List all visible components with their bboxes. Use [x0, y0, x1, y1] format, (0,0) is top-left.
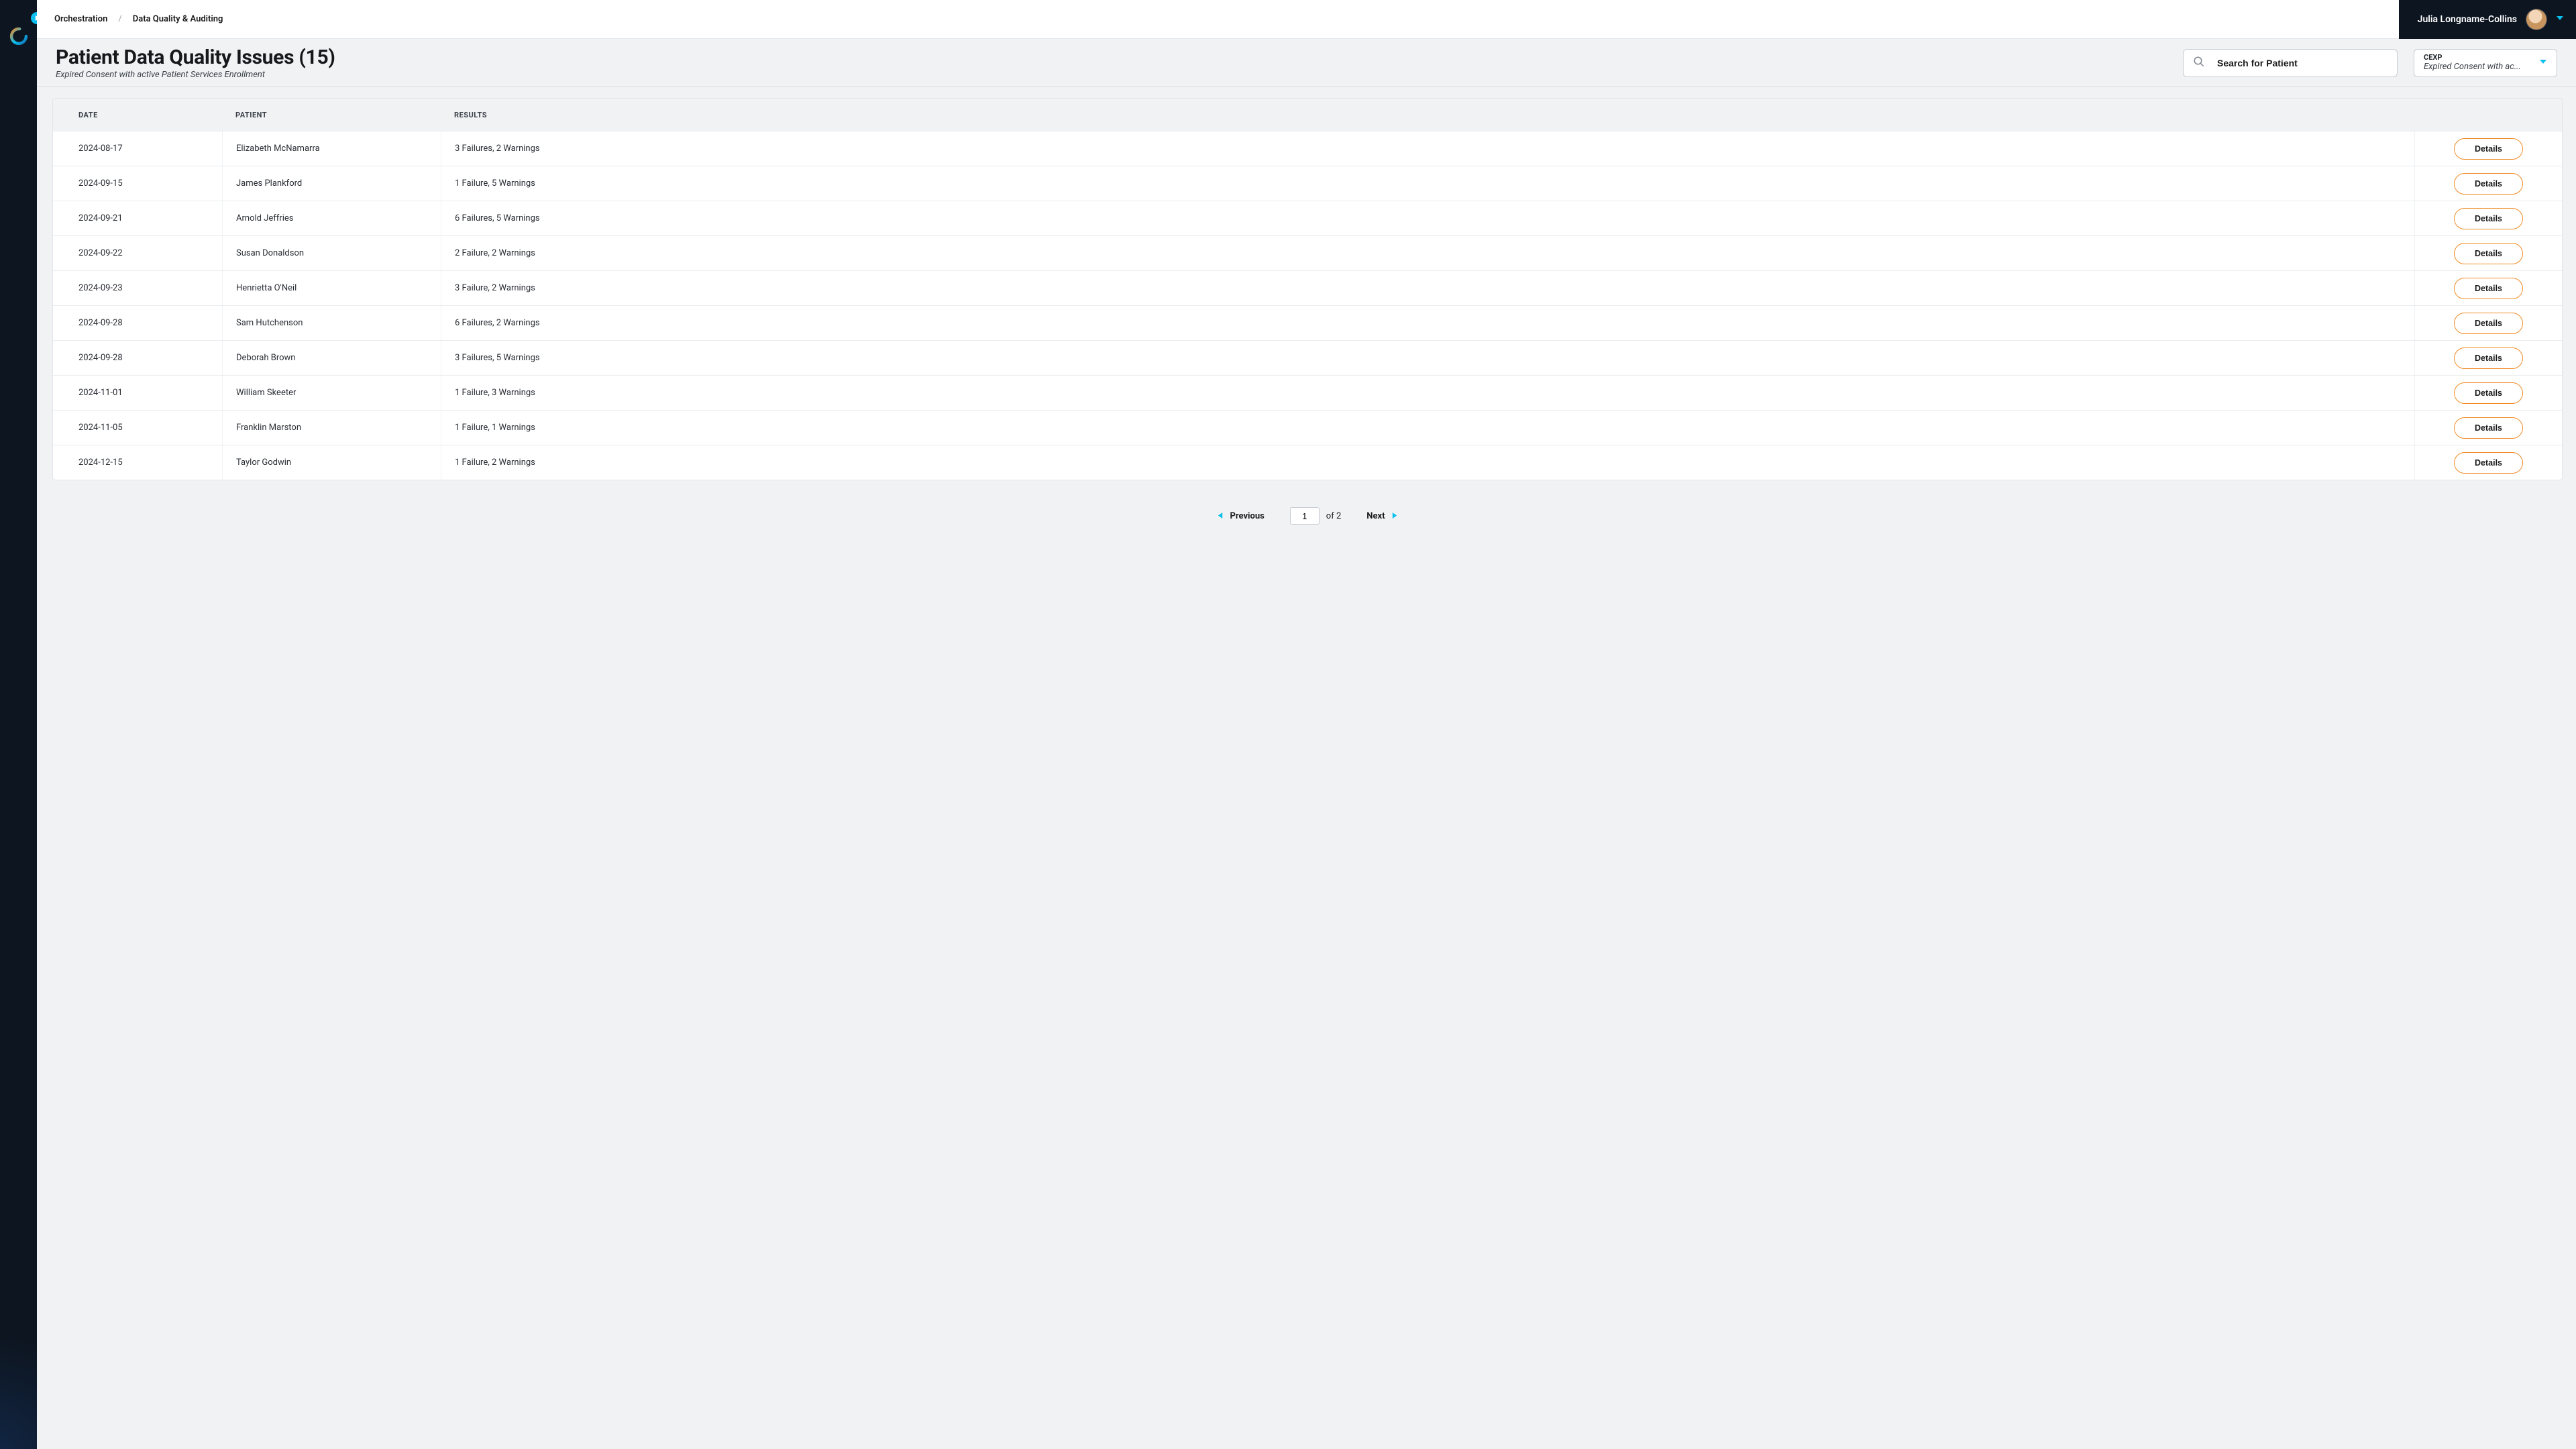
- cell-patient: Deborah Brown: [222, 341, 441, 375]
- search-field[interactable]: [2183, 49, 2398, 77]
- breadcrumb-data-quality[interactable]: Data Quality & Auditing: [133, 14, 223, 24]
- cell-date: 2024-11-01: [53, 376, 222, 410]
- cell-date: 2024-09-23: [53, 271, 222, 305]
- user-menu[interactable]: Julia Longname-Collins: [2399, 0, 2576, 39]
- sidebar-glow: [0, 1315, 37, 1449]
- cell-results: 6 Failures, 2 Warnings: [441, 306, 2414, 340]
- details-button[interactable]: Details: [2454, 313, 2523, 334]
- cell-date: 2024-11-05: [53, 411, 222, 445]
- table-row: 2024-11-01William Skeeter1 Failure, 3 Wa…: [53, 375, 2562, 410]
- table-row: 2024-09-21Arnold Jeffries6 Failures, 5 W…: [53, 201, 2562, 235]
- details-button[interactable]: Details: [2454, 452, 2523, 474]
- issues-table: DATE PATIENT RESULTS 2024-08-17Elizabeth…: [52, 98, 2563, 480]
- cell-patient: Franklin Marston: [222, 411, 441, 445]
- cell-actions: Details: [2414, 445, 2562, 480]
- cell-date: 2024-09-28: [53, 306, 222, 340]
- cell-actions: Details: [2414, 341, 2562, 375]
- page-subtitle: Expired Consent with active Patient Serv…: [56, 70, 2167, 80]
- breadcrumb-separator: /: [118, 14, 121, 24]
- table-header-row: DATE PATIENT RESULTS: [53, 99, 2562, 131]
- cell-patient: Elizabeth McNamarra: [222, 131, 441, 166]
- chevron-down-icon: [2556, 14, 2564, 25]
- search-icon: [2193, 56, 2205, 70]
- filter-dropdown[interactable]: CEXP Expired Consent with ac...: [2414, 49, 2557, 77]
- table-row: 2024-09-22Susan Donaldson2 Failure, 2 Wa…: [53, 235, 2562, 270]
- details-button[interactable]: Details: [2454, 138, 2523, 160]
- details-button[interactable]: Details: [2454, 417, 2523, 439]
- page-header: Patient Data Quality Issues (15) Expired…: [37, 39, 2576, 87]
- chevron-down-icon: [2539, 58, 2547, 68]
- chevron-right-icon: [1391, 511, 1397, 521]
- cell-results: 1 Failure, 3 Warnings: [441, 376, 2414, 410]
- cell-actions: Details: [2414, 131, 2562, 166]
- page-title: Patient Data Quality Issues (15): [56, 46, 2167, 68]
- cell-results: 1 Failure, 5 Warnings: [441, 166, 2414, 201]
- pager-page-input[interactable]: [1290, 507, 1320, 525]
- cell-results: 6 Failures, 5 Warnings: [441, 201, 2414, 235]
- search-input[interactable]: [2217, 58, 2387, 68]
- details-button[interactable]: Details: [2454, 382, 2523, 404]
- pagination: Previous of 2 Next: [52, 507, 2563, 525]
- topbar: Orchestration / Data Quality & Auditing …: [37, 0, 2576, 39]
- cell-patient: Susan Donaldson: [222, 236, 441, 270]
- filter-desc: Expired Consent with ac...: [2424, 62, 2521, 72]
- breadcrumb: Orchestration / Data Quality & Auditing: [37, 0, 2399, 39]
- cell-results: 3 Failures, 5 Warnings: [441, 341, 2414, 375]
- cell-actions: Details: [2414, 271, 2562, 305]
- cell-actions: Details: [2414, 201, 2562, 235]
- details-button[interactable]: Details: [2454, 208, 2523, 229]
- app-logo-icon[interactable]: [9, 27, 28, 46]
- col-header-date: DATE: [53, 111, 222, 119]
- avatar: [2526, 9, 2546, 30]
- cell-date: 2024-09-22: [53, 236, 222, 270]
- pager-previous[interactable]: Previous: [1218, 511, 1265, 521]
- breadcrumb-orchestration[interactable]: Orchestration: [54, 14, 107, 24]
- cell-actions: Details: [2414, 376, 2562, 410]
- details-button[interactable]: Details: [2454, 347, 2523, 369]
- cell-actions: Details: [2414, 411, 2562, 445]
- main-content: DATE PATIENT RESULTS 2024-08-17Elizabeth…: [37, 87, 2576, 1449]
- details-button[interactable]: Details: [2454, 173, 2523, 195]
- pager-next-label: Next: [1366, 511, 1385, 521]
- cell-patient: Henrietta O'Neil: [222, 271, 441, 305]
- cell-date: 2024-09-21: [53, 201, 222, 235]
- table-row: 2024-11-05Franklin Marston1 Failure, 1 W…: [53, 410, 2562, 445]
- pager-total: of 2: [1326, 511, 1341, 521]
- cell-patient: William Skeeter: [222, 376, 441, 410]
- cell-results: 3 Failures, 2 Warnings: [441, 131, 2414, 166]
- cell-results: 1 Failure, 2 Warnings: [441, 445, 2414, 480]
- cell-patient: Arnold Jeffries: [222, 201, 441, 235]
- cell-results: 1 Failure, 1 Warnings: [441, 411, 2414, 445]
- pager-page-indicator: of 2: [1290, 507, 1341, 525]
- details-button[interactable]: Details: [2454, 278, 2523, 299]
- cell-date: 2024-09-28: [53, 341, 222, 375]
- chevron-left-icon: [1218, 511, 1224, 521]
- user-name: Julia Longname-Collins: [2418, 14, 2517, 25]
- cell-results: 2 Failure, 2 Warnings: [441, 236, 2414, 270]
- table-row: 2024-09-15James Plankford1 Failure, 5 Wa…: [53, 166, 2562, 201]
- col-header-results: RESULTS: [441, 111, 2414, 119]
- cell-patient: James Plankford: [222, 166, 441, 201]
- cell-date: 2024-08-17: [53, 131, 222, 166]
- cell-date: 2024-12-15: [53, 445, 222, 480]
- cell-actions: Details: [2414, 306, 2562, 340]
- cell-patient: Taylor Godwin: [222, 445, 441, 480]
- cell-actions: Details: [2414, 166, 2562, 201]
- table-row: 2024-09-28Deborah Brown3 Failures, 5 War…: [53, 340, 2562, 375]
- table-row: 2024-08-17Elizabeth McNamarra3 Failures,…: [53, 131, 2562, 166]
- pager-prev-label: Previous: [1230, 511, 1265, 521]
- col-header-patient: PATIENT: [222, 111, 441, 119]
- table-row: 2024-09-23Henrietta O'Neil3 Failure, 2 W…: [53, 270, 2562, 305]
- pager-next[interactable]: Next: [1366, 511, 1397, 521]
- play-badge-icon[interactable]: [31, 12, 37, 24]
- sidebar: [0, 0, 37, 1449]
- cell-patient: Sam Hutchenson: [222, 306, 441, 340]
- cell-results: 3 Failure, 2 Warnings: [441, 271, 2414, 305]
- cell-actions: Details: [2414, 236, 2562, 270]
- table-row: 2024-09-28Sam Hutchenson6 Failures, 2 Wa…: [53, 305, 2562, 340]
- table-row: 2024-12-15Taylor Godwin1 Failure, 2 Warn…: [53, 445, 2562, 480]
- filter-code: CEXP: [2424, 54, 2521, 62]
- cell-date: 2024-09-15: [53, 166, 222, 201]
- details-button[interactable]: Details: [2454, 243, 2523, 264]
